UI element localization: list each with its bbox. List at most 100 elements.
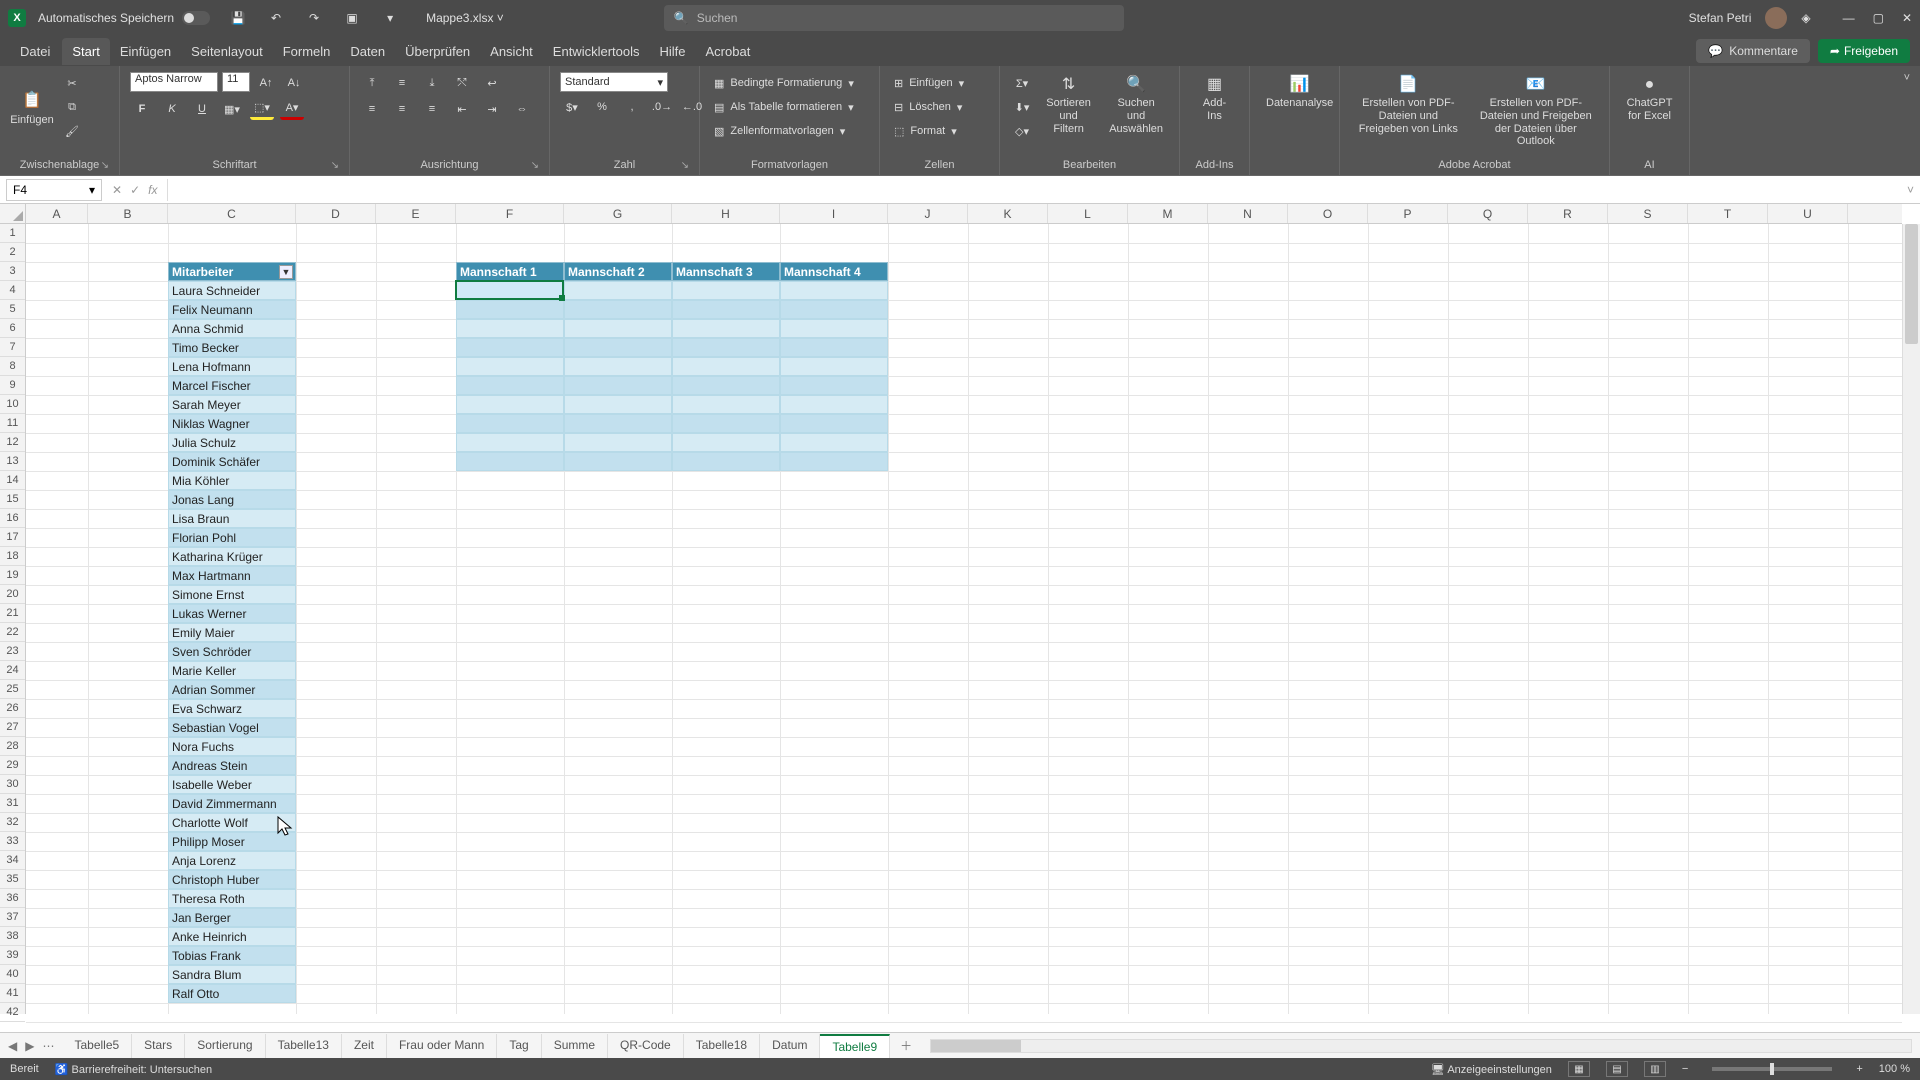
sheet-tab[interactable]: Zeit [342, 1034, 387, 1058]
column-header[interactable]: R [1528, 204, 1608, 223]
find-select-button[interactable]: 🔍Suchen und Auswählen [1103, 72, 1169, 139]
tab-daten[interactable]: Daten [340, 38, 395, 65]
sheet-tab[interactable]: Datum [760, 1034, 820, 1058]
table-cell[interactable]: Julia Schulz [168, 433, 296, 452]
redo-icon[interactable]: ↷ [302, 7, 326, 29]
table-cell[interactable]: Ralf Otto [168, 984, 296, 1003]
column-header[interactable]: H [672, 204, 780, 223]
table-header-cell[interactable]: Mannschaft 1 [456, 262, 564, 281]
row-header[interactable]: 35 [0, 870, 25, 889]
underline-icon[interactable]: U [190, 98, 214, 120]
row-header[interactable]: 17 [0, 528, 25, 547]
fx-icon[interactable]: fx [148, 183, 157, 197]
tab-formeln[interactable]: Formeln [273, 38, 341, 65]
table-cell[interactable]: Niklas Wagner [168, 414, 296, 433]
row-header[interactable]: 10 [0, 395, 25, 414]
format-as-table-button[interactable]: ▤Als Tabelle formatieren ▾ [710, 96, 858, 118]
sheet-tab[interactable]: Summe [542, 1034, 608, 1058]
vertical-scrollbar[interactable] [1902, 224, 1920, 1014]
table-cell[interactable] [456, 433, 564, 452]
column-header[interactable]: T [1688, 204, 1768, 223]
row-header[interactable]: 26 [0, 699, 25, 718]
accessibility-status[interactable]: ♿ Barrierefreiheit: Untersuchen [55, 1063, 212, 1076]
row-header[interactable]: 1 [0, 224, 25, 243]
diamond-icon[interactable]: ◈ [1801, 11, 1810, 25]
delete-cells-button[interactable]: ⊟Löschen ▾ [890, 96, 966, 118]
table-cell[interactable]: Philipp Moser [168, 832, 296, 851]
sheet-next-icon[interactable]: ▶ [25, 1039, 34, 1053]
dialog-launcher-icon[interactable]: ↘ [531, 160, 539, 171]
table-cell[interactable]: Tobias Frank [168, 946, 296, 965]
maximize-icon[interactable]: ▢ [1873, 11, 1884, 25]
number-format-combo[interactable]: Standard▾ [560, 72, 668, 92]
table-cell[interactable] [780, 376, 888, 395]
column-header[interactable]: A [26, 204, 88, 223]
table-cell[interactable] [456, 357, 564, 376]
table-cell[interactable]: Andreas Stein [168, 756, 296, 775]
row-header[interactable]: 36 [0, 889, 25, 908]
column-header[interactable]: I [780, 204, 888, 223]
row-header[interactable]: 7 [0, 338, 25, 357]
sheet-more-icon[interactable]: ⋯ [42, 1039, 54, 1053]
column-header[interactable]: L [1048, 204, 1128, 223]
row-header[interactable]: 22 [0, 623, 25, 642]
table-cell[interactable]: Jonas Lang [168, 490, 296, 509]
cell-styles-button[interactable]: ▧Zellenformatvorlagen ▾ [710, 120, 849, 142]
table-cell[interactable]: Sven Schröder [168, 642, 296, 661]
increase-decimal-icon[interactable]: .0→ [650, 96, 674, 118]
tab-einfügen[interactable]: Einfügen [110, 38, 181, 65]
row-header[interactable]: 24 [0, 661, 25, 680]
page-break-view-icon[interactable]: ▥ [1644, 1061, 1666, 1077]
tab-file[interactable]: Datei [10, 38, 60, 65]
zoom-level[interactable]: 100 % [1879, 1063, 1910, 1075]
table-cell[interactable] [564, 433, 672, 452]
border-icon[interactable]: ▦▾ [220, 98, 244, 120]
table-cell[interactable] [780, 452, 888, 471]
column-header[interactable]: Q [1448, 204, 1528, 223]
sheet-tab[interactable]: Tabelle13 [266, 1034, 342, 1058]
wrap-text-icon[interactable]: ↩ [480, 72, 504, 94]
tab-ansicht[interactable]: Ansicht [480, 38, 543, 65]
orientation-icon[interactable]: ⤲ [450, 72, 474, 94]
align-middle-icon[interactable]: ≡ [390, 72, 414, 94]
row-header[interactable]: 37 [0, 908, 25, 927]
spreadsheet-grid[interactable]: ABCDEFGHIJKLMNOPQRSTU 123456789101112131… [0, 204, 1920, 1032]
dialog-launcher-icon[interactable]: ↘ [681, 160, 689, 171]
cancel-formula-icon[interactable]: ✕ [112, 183, 122, 197]
table-cell[interactable]: Isabelle Weber [168, 775, 296, 794]
tab-hilfe[interactable]: Hilfe [650, 38, 696, 65]
qat-more-icon[interactable]: ▾ [378, 7, 402, 29]
sheet-tab[interactable]: Sortierung [185, 1034, 265, 1058]
data-analysis-button[interactable]: 📊Datenanalyse [1260, 72, 1339, 114]
table-cell[interactable]: Anke Heinrich [168, 927, 296, 946]
table-cell[interactable] [672, 414, 780, 433]
sheet-tab[interactable]: Tag [497, 1034, 541, 1058]
percent-icon[interactable]: % [590, 96, 614, 118]
column-header[interactable]: D [296, 204, 376, 223]
display-settings[interactable]: 🖥 Anzeigeeinstellungen [1431, 1063, 1552, 1076]
decrease-indent-icon[interactable]: ⇤ [450, 98, 474, 120]
table-cell[interactable] [672, 300, 780, 319]
row-header[interactable]: 14 [0, 471, 25, 490]
row-header[interactable]: 9 [0, 376, 25, 395]
table-cell[interactable] [780, 338, 888, 357]
column-header[interactable]: O [1288, 204, 1368, 223]
zoom-slider[interactable] [1712, 1067, 1832, 1071]
decrease-font-icon[interactable]: A↓ [282, 72, 306, 94]
table-cell[interactable] [672, 433, 780, 452]
tab-start[interactable]: Start [62, 38, 109, 65]
table-cell[interactable]: Nora Fuchs [168, 737, 296, 756]
minimize-icon[interactable]: — [1843, 11, 1855, 25]
row-header[interactable]: 11 [0, 414, 25, 433]
share-button[interactable]: ➦Freigeben [1818, 39, 1910, 63]
row-header[interactable]: 5 [0, 300, 25, 319]
row-header[interactable]: 31 [0, 794, 25, 813]
cut-icon[interactable]: ✂ [60, 72, 84, 94]
dialog-launcher-icon[interactable]: ↘ [331, 160, 339, 171]
insert-cells-button[interactable]: ⊞Einfügen ▾ [890, 72, 968, 94]
table-cell[interactable] [564, 414, 672, 433]
horizontal-scrollbar[interactable] [930, 1039, 1912, 1053]
table-cell[interactable]: Florian Pohl [168, 528, 296, 547]
font-name-combo[interactable]: Aptos Narrow [130, 72, 218, 92]
table-cell[interactable]: Theresa Roth [168, 889, 296, 908]
